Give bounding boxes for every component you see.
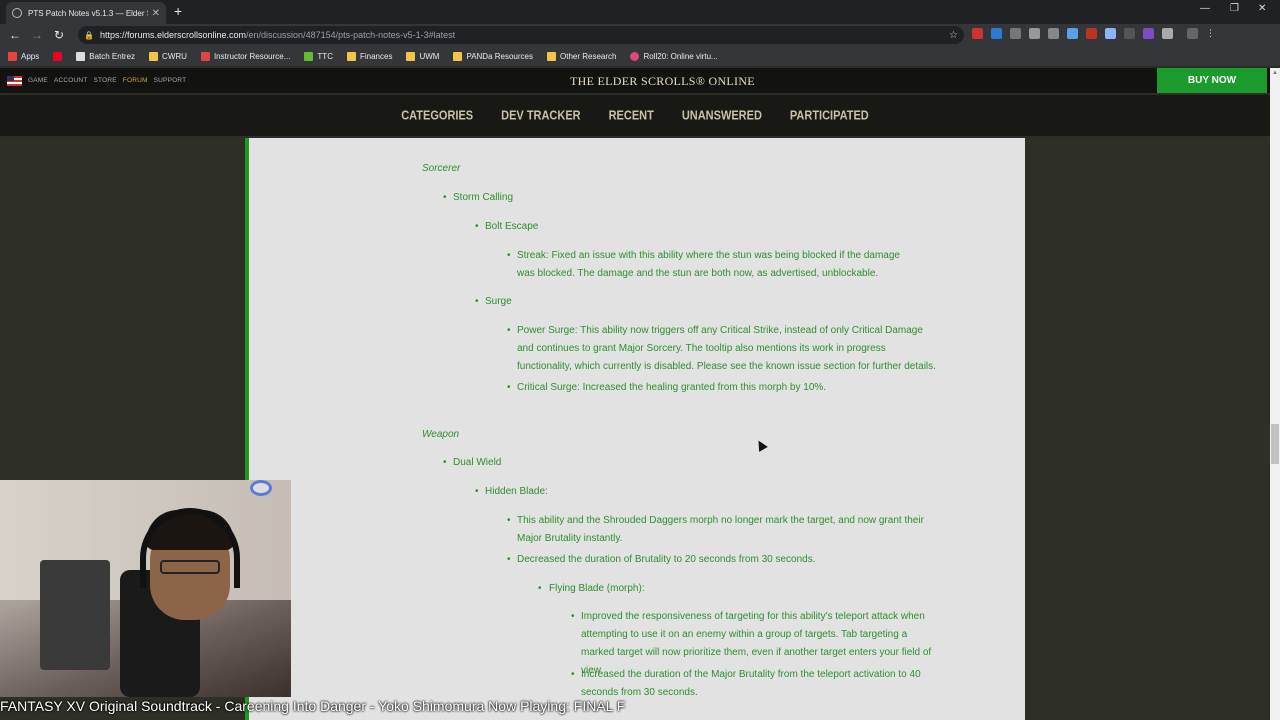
bookmark-page-icon <box>200 51 210 61</box>
bookmark-apps[interactable]: Apps <box>8 51 39 61</box>
menu-kebab-icon[interactable]: ⋮ <box>1206 28 1215 39</box>
list-item-flying-blade: Flying Blade (morph): <box>538 580 645 598</box>
folder-icon <box>453 51 463 61</box>
bookmark-youtube[interactable] <box>53 51 63 61</box>
scrollbar-thumb[interactable] <box>1271 424 1279 464</box>
address-toolbar: ← → ↻ 🔒 https://forums.elderscrollsonlin… <box>0 24 1280 46</box>
new-tab-icon[interactable]: + <box>174 3 182 19</box>
folder-icon <box>547 51 556 61</box>
extension-icon[interactable] <box>1086 28 1097 39</box>
browser-tabbar: PTS Patch Notes v5.1.3 — Elder S ✕ + — ❐… <box>0 0 1280 24</box>
restore-icon[interactable]: ❐ <box>1230 3 1239 14</box>
list-item-power-surge: Power Surge: This ability now triggers o… <box>507 322 941 376</box>
nav-account[interactable]: ACCOUNT <box>54 77 88 84</box>
list-item-critical-surge: Critical Surge: Increased the healing gr… <box>507 379 826 397</box>
post-body: Sorcerer Storm Calling Bolt Escape Strea… <box>249 138 1025 720</box>
bookmark-cwru[interactable]: CWRU <box>149 51 187 61</box>
bookmark-star-icon[interactable]: ☆ <box>949 30 958 41</box>
forward-icon[interactable]: → <box>26 28 48 42</box>
list-item-bolt-escape: Bolt Escape <box>475 218 538 236</box>
buy-now-button[interactable]: BUY NOW <box>1157 68 1267 93</box>
nav-store[interactable]: STORE <box>94 77 117 84</box>
extension-icon[interactable] <box>991 28 1002 39</box>
url-host: https://forums.elderscrollsonline.com <box>99 30 247 40</box>
extension-icon[interactable] <box>1162 28 1173 39</box>
youtube-icon <box>53 51 63 61</box>
list-item-storm-calling: Storm Calling <box>443 189 513 207</box>
stream-logo-icon <box>250 480 272 496</box>
list-item-dual-wield: Dual Wield <box>443 454 501 472</box>
extension-icon[interactable] <box>1029 28 1040 39</box>
extension-icon[interactable] <box>1143 28 1154 39</box>
extension-icon[interactable] <box>1010 28 1021 39</box>
webcam-shelf <box>40 560 110 670</box>
list-item-surge: Surge <box>475 293 512 311</box>
bookmark-instructor-resource[interactable]: Instructor Resource... <box>200 51 290 61</box>
us-flag-icon[interactable] <box>7 76 22 86</box>
extension-icon[interactable] <box>1124 28 1135 39</box>
list-item-streak: Streak: Fixed an issue with this ability… <box>507 247 917 283</box>
bookmark-finances[interactable]: Finances <box>346 51 392 61</box>
window-close-icon[interactable]: ✕ <box>1258 3 1266 14</box>
forum-nav-dev-tracker[interactable]: DEV TRACKER <box>501 109 580 123</box>
extension-icon[interactable] <box>1105 28 1116 39</box>
bookmark-panda-resources[interactable]: PANDa Resources <box>453 51 533 61</box>
nav-support[interactable]: SUPPORT <box>154 77 187 84</box>
bookmark-ttc[interactable]: TTC <box>304 51 333 61</box>
list-item-hidden-blade-note-2: Decreased the duration of Brutality to 2… <box>507 551 815 569</box>
forum-nav-unanswered[interactable]: UNANSWERED <box>682 109 762 123</box>
folder-icon <box>149 51 159 61</box>
folder-icon <box>346 51 356 61</box>
roll20-icon <box>630 51 640 61</box>
bookmark-page-icon <box>304 51 314 61</box>
extension-icons: ⋮ <box>972 28 1215 39</box>
extension-icon[interactable] <box>1048 28 1059 39</box>
list-item-hidden-blade-note-1: This ability and the Shrouded Daggers mo… <box>507 512 933 548</box>
site-top-nav: GAME ACCOUNT STORE FORUM SUPPORT <box>28 77 186 84</box>
list-item-hidden-blade: Hidden Blade: <box>475 483 548 501</box>
bookmark-roll20[interactable]: Roll20: Online virtu... <box>630 51 718 61</box>
section-header-sorcerer: Sorcerer <box>422 163 461 174</box>
tab-close-icon[interactable]: ✕ <box>152 8 160 19</box>
apps-grid-icon <box>8 51 17 61</box>
tab-title: PTS Patch Notes v5.1.3 — Elder S <box>28 8 148 18</box>
bookmark-page-icon <box>76 51 86 61</box>
glasses-icon <box>160 560 220 574</box>
forum-nav-participated[interactable]: PARTICIPATED <box>790 109 869 123</box>
scroll-up-icon[interactable]: ▲ <box>1272 70 1278 76</box>
bookmark-uwm[interactable]: UWM <box>406 51 439 61</box>
page-scrollbar[interactable] <box>1270 68 1280 720</box>
site-top-bar: GAME ACCOUNT STORE FORUM SUPPORT THE ELD… <box>0 68 1270 94</box>
url-input[interactable]: 🔒 https://forums.elderscrollsonline.com /… <box>78 26 964 44</box>
nav-forum[interactable]: FORUM <box>123 77 148 84</box>
extension-icon[interactable] <box>1067 28 1078 39</box>
forum-nav-categories[interactable]: CATEGORIES <box>401 109 473 123</box>
site-logo[interactable]: THE ELDER SCROLLS® ONLINE <box>570 74 755 89</box>
browser-tab[interactable]: PTS Patch Notes v5.1.3 — Elder S ✕ <box>6 2 166 24</box>
webcam-overlay <box>0 480 291 697</box>
bookmarks-bar: Apps Batch Entrez CWRU Instructor Resour… <box>0 46 1280 67</box>
nav-game[interactable]: GAME <box>28 77 48 84</box>
folder-icon <box>406 51 416 61</box>
section-header-weapon: Weapon <box>422 429 460 440</box>
now-playing-ticker: FANTASY XV Original Soundtrack - Careeni… <box>0 698 626 714</box>
back-icon[interactable]: ← <box>4 28 26 42</box>
bookmark-batch-entrez[interactable]: Batch Entrez <box>76 51 135 61</box>
bookmark-other-research[interactable]: Other Research <box>547 51 616 61</box>
globe-icon <box>12 8 22 18</box>
reload-icon[interactable]: ↻ <box>48 28 70 42</box>
minimize-icon[interactable]: — <box>1200 3 1210 14</box>
lock-icon: 🔒 <box>84 30 94 40</box>
url-path: /en/discussion/487154/pts-patch-notes-v5… <box>246 30 456 40</box>
extension-icon[interactable] <box>972 28 983 39</box>
forum-nav: CATEGORIES DEV TRACKER RECENT UNANSWERED… <box>0 95 1270 137</box>
forum-nav-recent[interactable]: RECENT <box>609 109 654 123</box>
profile-avatar-icon[interactable] <box>1187 28 1198 39</box>
